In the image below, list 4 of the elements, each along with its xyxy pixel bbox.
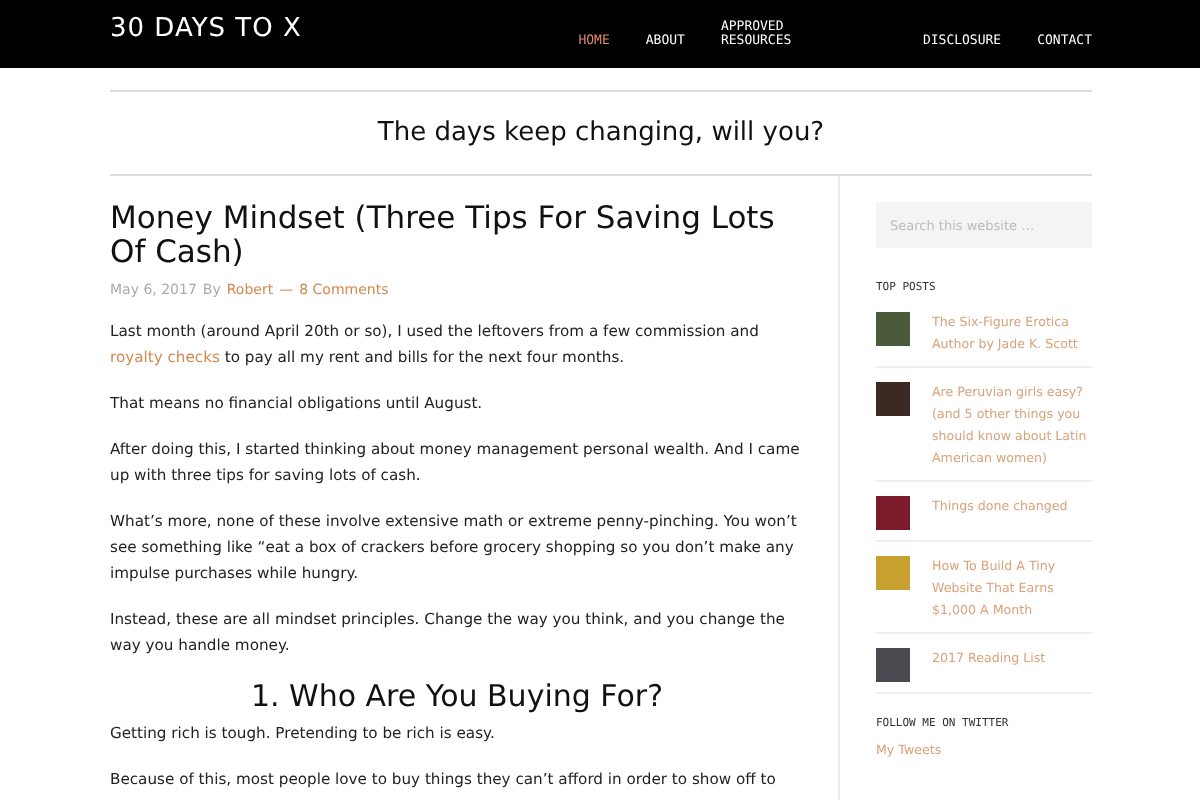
post-title: Money Mindset (Three Tips For Saving Lots Of Cash) [110,202,777,270]
section-heading: 1. Who Are You Buying For? [248,678,666,714]
site-title[interactable]: 30 DAYS TO X [110,0,302,68]
site-tagline: The days keep changing, will you? [377,118,825,148]
